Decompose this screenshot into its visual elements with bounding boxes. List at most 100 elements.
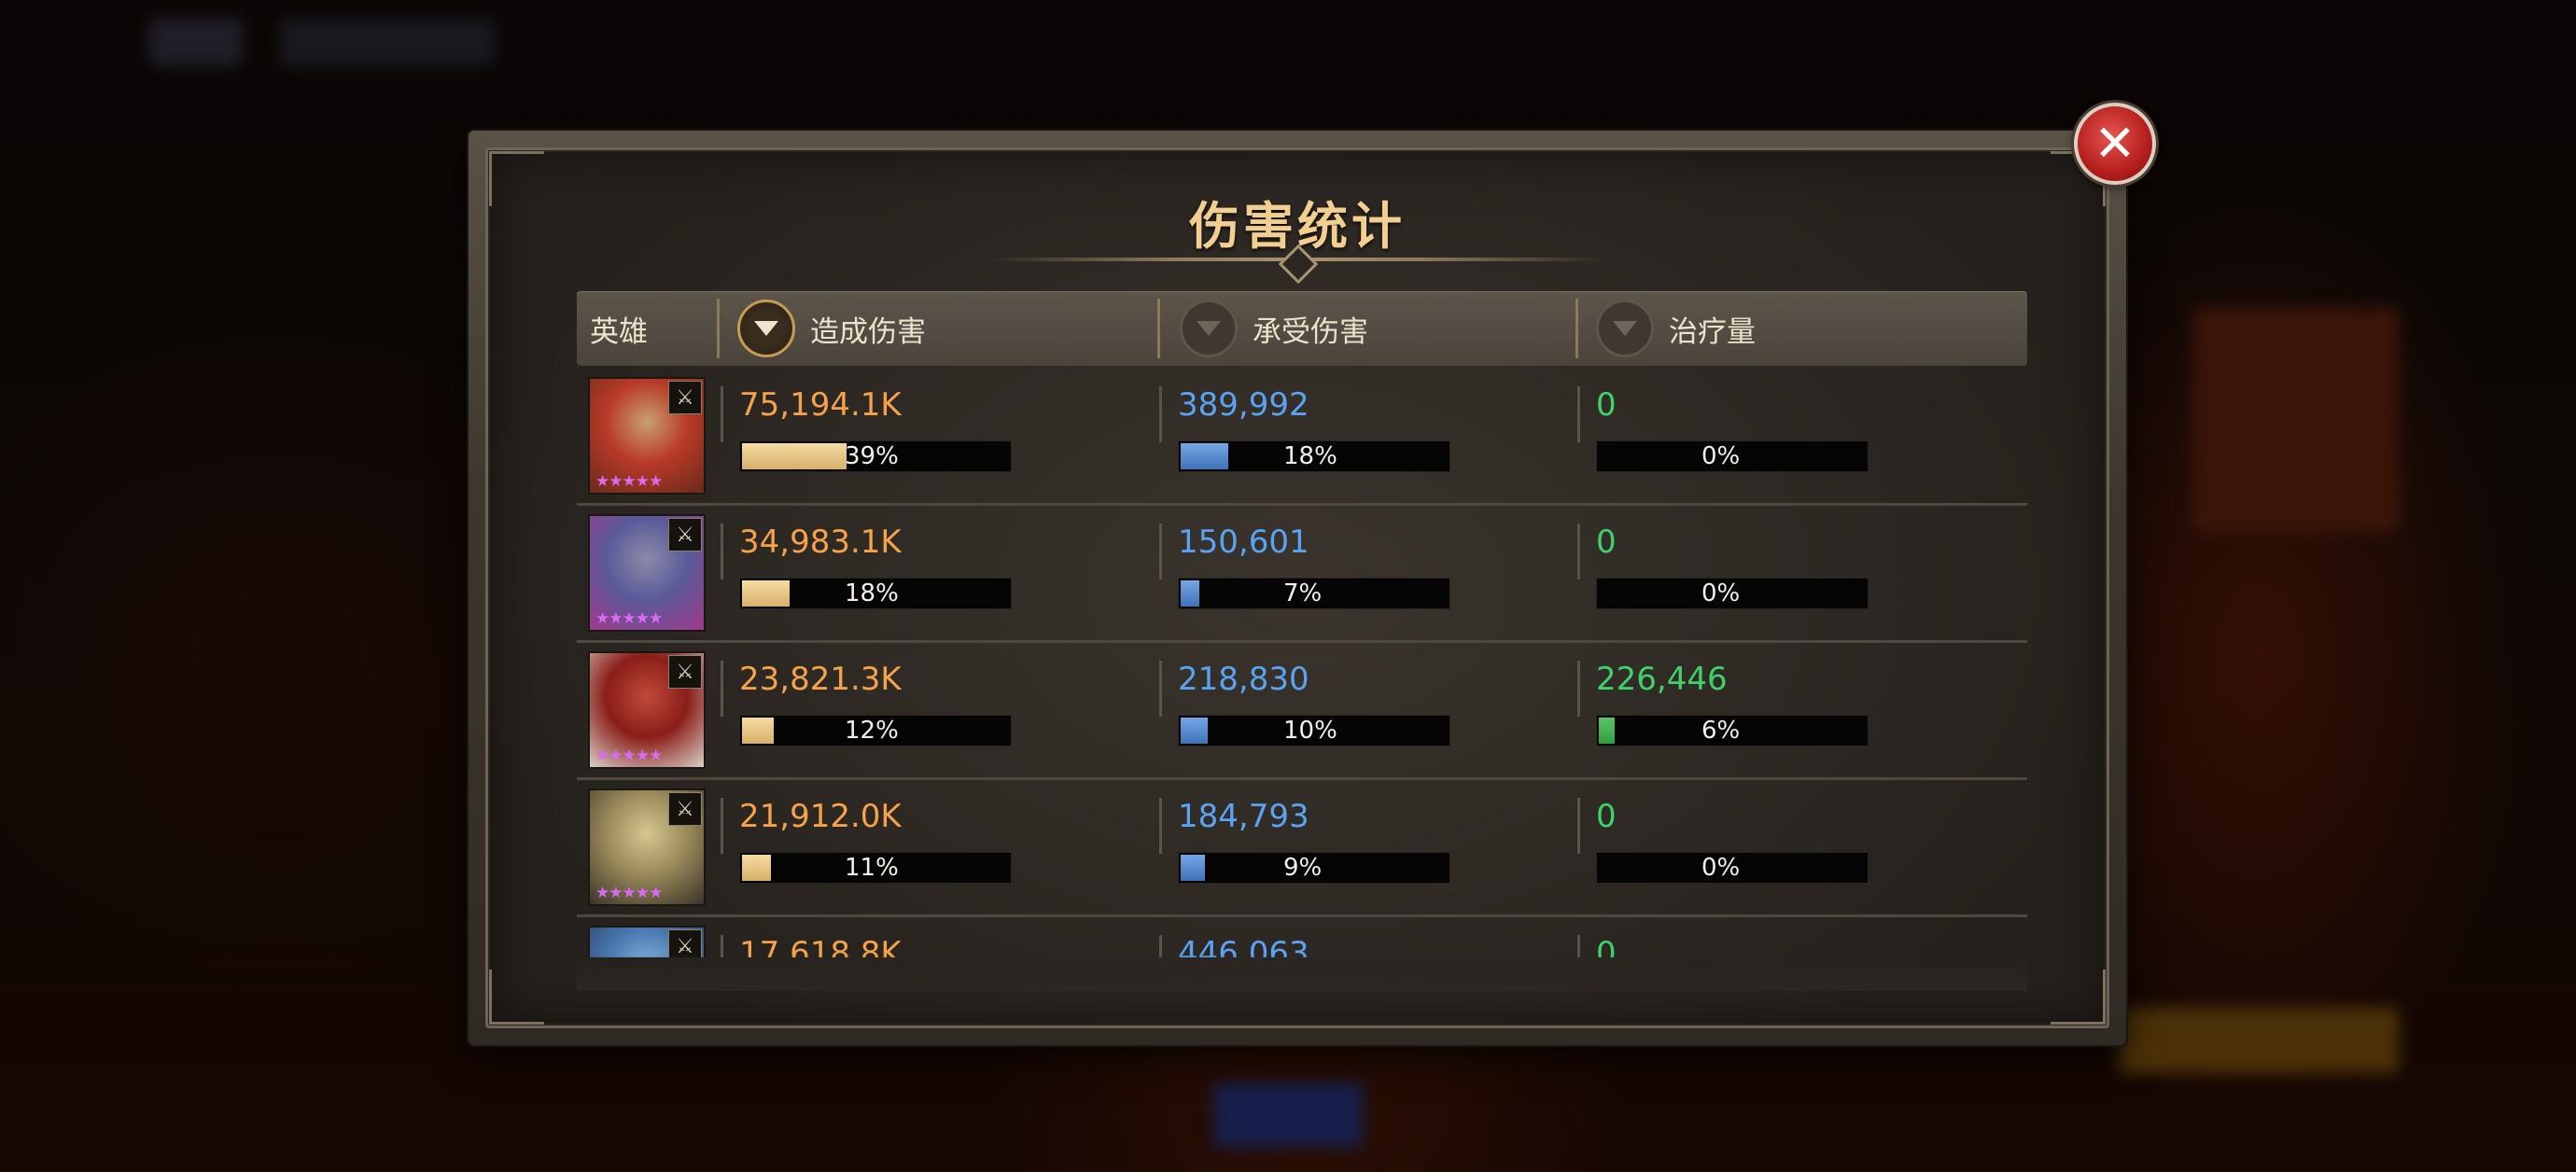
damage-bar-fill <box>742 718 774 744</box>
star-rating-icon: ★★★★★ <box>595 884 663 902</box>
hero-avatar[interactable]: ⚔ ★★★★★ <box>588 514 706 632</box>
corner-ornament <box>489 970 544 1025</box>
taken-progress-bar: 9% <box>1178 852 1450 884</box>
heal-progress-bar: 0% <box>1596 440 1869 472</box>
taken-value: 218,830 <box>1178 661 1309 698</box>
taken-value: 184,793 <box>1178 798 1309 835</box>
hero-row[interactable]: ⚔ ★★★★★ 34,983.1K 18% 150,601 7% 0 0% <box>577 507 2027 643</box>
column-divider <box>1577 661 1580 717</box>
hero-row[interactable]: ⚔ ★★★★★ 75,194.1K 39% 389,992 18% 0 0% <box>577 370 2027 506</box>
hero-row[interactable]: ⚔ ★★★★★ 23,821.3K 12% 218,830 10% 226,446 6% <box>577 644 2027 780</box>
column-divider <box>1159 523 1162 579</box>
damage-bar-fill <box>742 443 847 469</box>
damage-progress-bar: 11% <box>739 852 1012 884</box>
stats-list[interactable]: ⚔ ★★★★★ 75,194.1K 39% 389,992 18% 0 0% ⚔ ★★★★★ 34,… <box>577 370 2027 957</box>
header-healing-label: 治疗量 <box>1669 314 1756 349</box>
sort-damage-dealt[interactable]: 造成伤害 <box>737 291 926 366</box>
heal-percent: 0% <box>1701 442 1741 470</box>
taken-progress-bar: 18% <box>1178 440 1450 472</box>
hero-row[interactable]: ⚔★★★★★17,618.8K9%446,06321%00% <box>577 918 2027 957</box>
taken-percent: 7% <box>1283 579 1323 607</box>
taken-progress-bar: 10% <box>1178 715 1450 746</box>
sort-arrow-icon[interactable] <box>1180 300 1238 357</box>
damage-value: 75,194.1K <box>739 386 902 424</box>
column-divider <box>1577 386 1580 442</box>
crossed-swords-icon: ⚔ <box>668 381 702 414</box>
header-divider <box>1157 299 1160 358</box>
heal-value: 0 <box>1596 798 1617 835</box>
corner-ornament <box>2051 970 2106 1025</box>
taken-percent: 10% <box>1283 717 1337 745</box>
damage-bar-fill <box>742 580 790 607</box>
list-fade <box>577 954 2027 991</box>
damage-progress-bar: 39% <box>739 440 1012 472</box>
column-divider <box>1159 386 1162 442</box>
header-hero: 英雄 <box>590 291 648 366</box>
column-divider <box>1577 523 1580 579</box>
sort-arrow-icon[interactable] <box>737 300 795 357</box>
heal-value: 226,446 <box>1596 661 1728 698</box>
header-divider <box>1575 299 1578 358</box>
star-rating-icon: ★★★★★ <box>595 609 663 628</box>
header-divider <box>717 299 720 358</box>
star-rating-icon: ★★★★★ <box>595 746 663 765</box>
damage-bar-fill <box>742 855 771 881</box>
crossed-swords-icon: ⚔ <box>668 792 702 826</box>
heal-progress-bar: 0% <box>1596 578 1869 609</box>
star-rating-icon: ★★★★★ <box>595 472 663 491</box>
heal-percent: 6% <box>1701 717 1741 745</box>
column-divider <box>721 523 723 579</box>
damage-stats-panel: 伤害统计 英雄 造成伤害 承受伤害 治疗量 ⚔ ★★★★★ 75,194.1K 39%… <box>469 131 2126 1045</box>
damage-percent: 39% <box>845 442 899 470</box>
taken-progress-bar: 7% <box>1178 578 1450 609</box>
column-divider <box>1159 798 1162 854</box>
heal-value: 0 <box>1596 523 1617 561</box>
heal-percent: 0% <box>1701 854 1741 882</box>
heal-progress-bar: 0% <box>1596 852 1869 884</box>
heal-bar-fill <box>1599 718 1615 744</box>
column-divider <box>721 386 723 442</box>
taken-bar-fill <box>1181 718 1208 744</box>
hero-avatar[interactable]: ⚔ ★★★★★ <box>588 788 706 906</box>
crossed-swords-icon: ⚔ <box>668 518 702 551</box>
header-hero-label: 英雄 <box>590 314 648 349</box>
damage-value: 34,983.1K <box>739 523 902 561</box>
row-divider <box>577 777 2027 780</box>
damage-percent: 11% <box>845 854 899 882</box>
damage-percent: 18% <box>845 579 899 607</box>
heal-progress-bar: 6% <box>1596 715 1869 746</box>
damage-value: 23,821.3K <box>739 661 902 698</box>
sort-damage-taken[interactable]: 承受伤害 <box>1180 291 1368 366</box>
damage-percent: 12% <box>845 717 899 745</box>
header-damage-dealt-label: 造成伤害 <box>810 314 926 349</box>
hero-row[interactable]: ⚔ ★★★★★ 21,912.0K 11% 184,793 9% 0 0% <box>577 781 2027 917</box>
damage-progress-bar: 18% <box>739 578 1012 609</box>
table-header: 英雄 造成伤害 承受伤害 治疗量 <box>577 291 2027 366</box>
hero-avatar[interactable]: ⚔ ★★★★★ <box>588 377 706 495</box>
column-divider <box>721 661 723 717</box>
taken-value: 150,601 <box>1178 523 1309 561</box>
heal-value: 0 <box>1596 386 1617 424</box>
column-divider <box>1577 798 1580 854</box>
column-divider <box>1159 661 1162 717</box>
taken-value: 389,992 <box>1178 386 1309 424</box>
hero-avatar[interactable]: ⚔★★★★★ <box>588 926 706 957</box>
taken-bar-fill <box>1181 580 1199 607</box>
close-x-icon: ✕ <box>2093 114 2136 173</box>
sort-arrow-icon[interactable] <box>1596 300 1654 357</box>
row-divider <box>577 914 2027 917</box>
row-divider <box>577 503 2027 506</box>
sort-healing[interactable]: 治疗量 <box>1596 291 1756 366</box>
hero-avatar[interactable]: ⚔★★★★★ <box>588 651 706 769</box>
header-damage-taken-label: 承受伤害 <box>1253 314 1368 349</box>
column-divider <box>721 798 723 854</box>
damage-progress-bar: 12% <box>739 715 1012 746</box>
taken-percent: 18% <box>1283 442 1337 470</box>
taken-bar-fill <box>1181 855 1205 881</box>
damage-value: 21,912.0K <box>739 798 902 835</box>
taken-percent: 9% <box>1283 854 1323 882</box>
taken-bar-fill <box>1181 443 1228 469</box>
row-divider <box>577 640 2027 643</box>
close-button[interactable]: ✕ <box>2074 103 2156 185</box>
heal-percent: 0% <box>1701 579 1741 607</box>
